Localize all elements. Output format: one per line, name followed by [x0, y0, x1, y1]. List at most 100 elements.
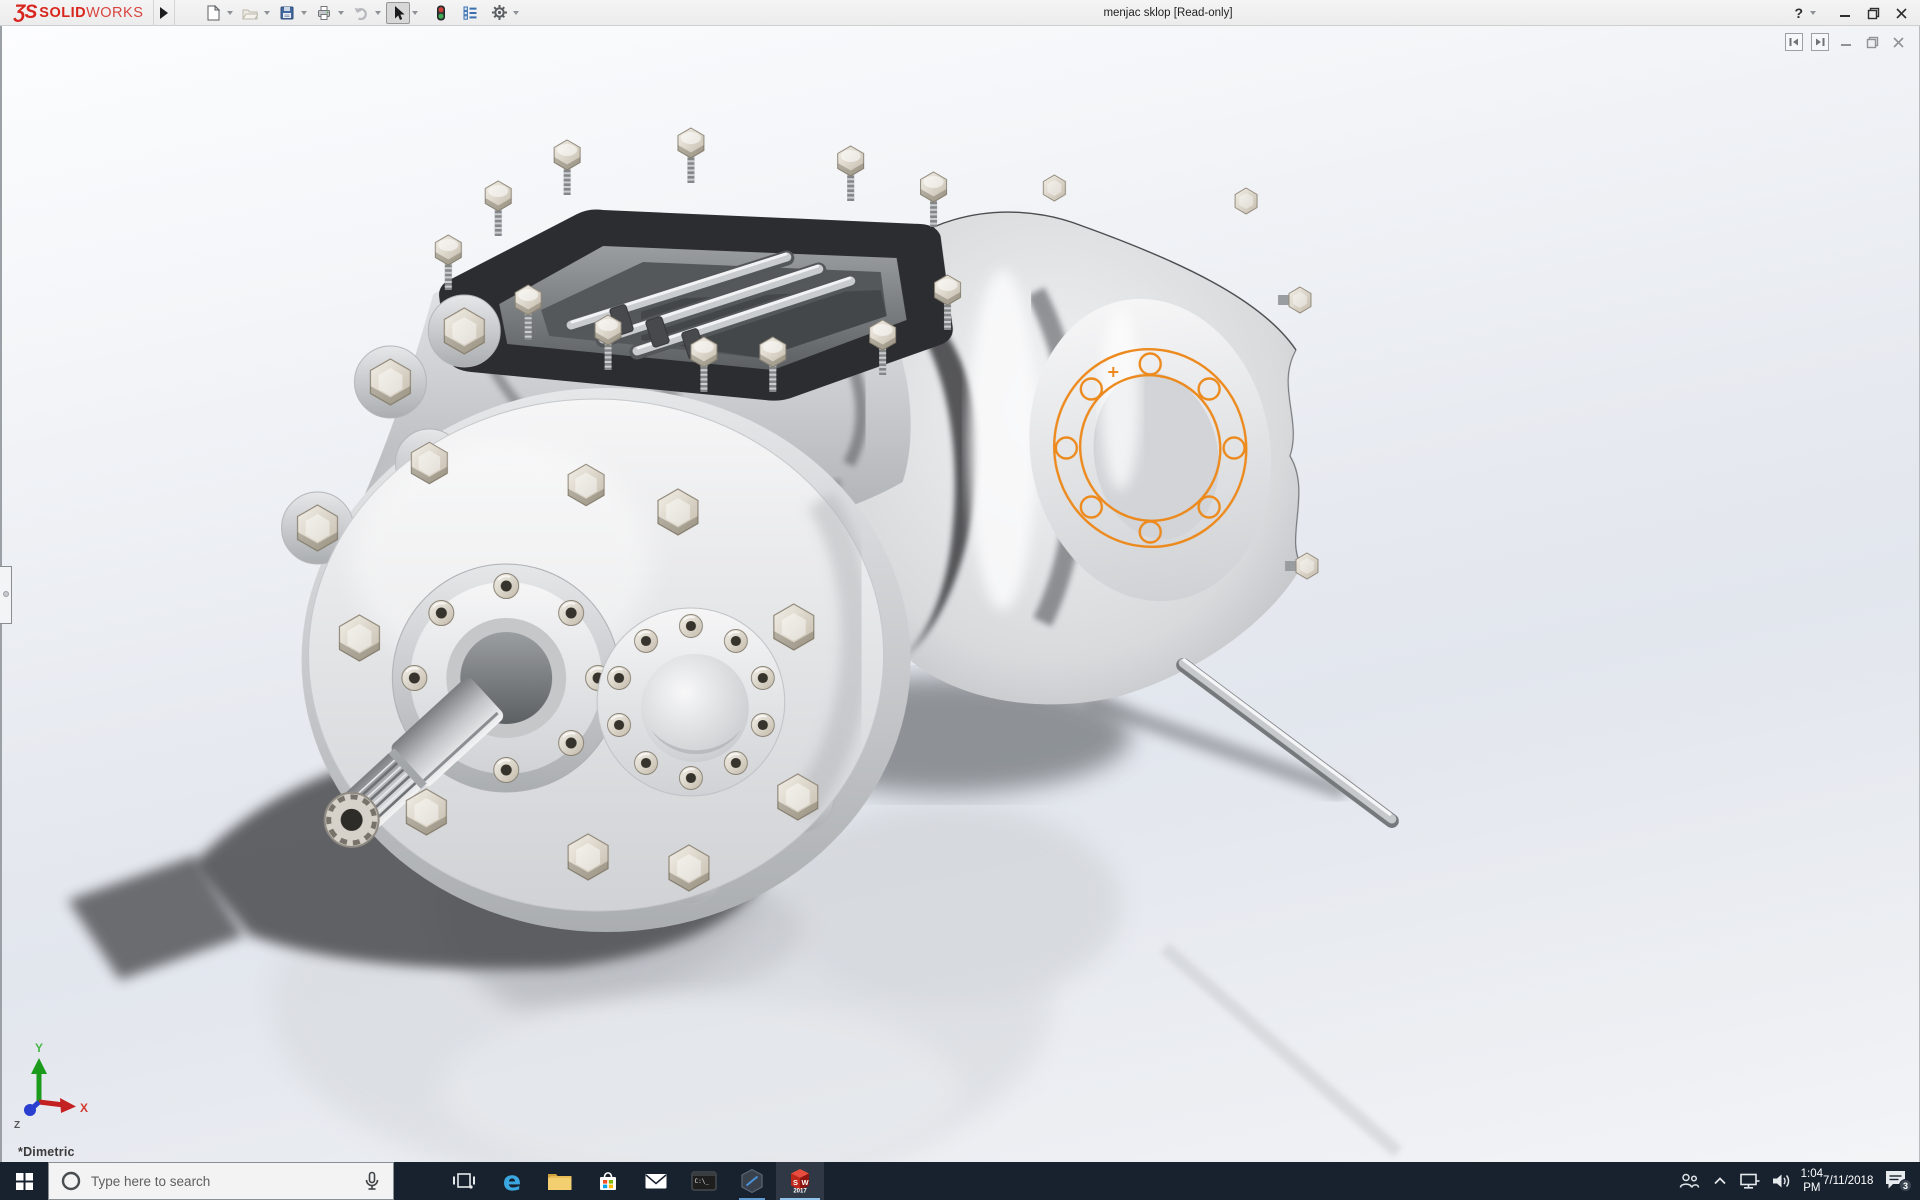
select-cursor-icon [390, 5, 406, 21]
new-dropdown-caret[interactable] [227, 11, 233, 15]
print-button[interactable] [312, 2, 336, 24]
taskbar-icon-edge[interactable]: e [488, 1162, 536, 1200]
solidworks-app-window: ƷS SOLIDWORKS [0, 0, 1920, 1200]
taskbar-icon-mail[interactable] [632, 1162, 680, 1200]
taskbar-icon-solidworks-2017[interactable]: S W 2017 [776, 1162, 824, 1200]
edge-icon: e [503, 1168, 521, 1195]
taskbar-icon-store[interactable] [584, 1162, 632, 1200]
collapse-right-pane-button[interactable] [1811, 33, 1829, 51]
task-view-icon [452, 1170, 476, 1192]
minimize-button[interactable] [1832, 2, 1858, 24]
select-tool-button[interactable] [386, 2, 410, 24]
new-document-icon [205, 5, 221, 21]
sw-letter-s: S [793, 1178, 798, 1187]
help-dropdown-caret[interactable] [1810, 11, 1816, 15]
close-icon [1895, 7, 1908, 20]
notification-badge: 3 [1903, 1181, 1908, 1191]
sw-year: 2017 [793, 1189, 807, 1195]
reference-triad: Y X Z [2, 1034, 112, 1134]
solidworks-logo-glyph: ƷS [14, 2, 36, 24]
undo-dropdown-caret[interactable] [375, 11, 381, 15]
hexagon-app-icon [739, 1168, 765, 1194]
tray-network-button[interactable] [1734, 1162, 1766, 1200]
collapse-right-pane-icon [1814, 36, 1826, 48]
search-input[interactable] [91, 1174, 357, 1189]
feature-panel-tab[interactable] [0, 566, 12, 624]
doc-restore-icon [1866, 36, 1879, 49]
tray-overflow-button[interactable] [1706, 1162, 1734, 1200]
sw-letter-w: W [802, 1178, 810, 1187]
doc-minimize-icon [1840, 36, 1852, 48]
windows-taskbar: e [0, 1162, 1920, 1200]
panel-tab-dot-icon [3, 591, 9, 597]
microphone-icon[interactable] [363, 1171, 381, 1191]
graphics-viewport[interactable]: Y X Z *Dimetric [0, 26, 1920, 1162]
save-button[interactable] [275, 2, 299, 24]
system-tray: 1:04 PM 7/11/2018 3 [1672, 1162, 1920, 1200]
title-bar: ƷS SOLIDWORKS [0, 0, 1920, 26]
doc-close-icon [1892, 36, 1905, 49]
network-icon [1739, 1171, 1761, 1191]
start-button[interactable] [0, 1162, 48, 1200]
collapse-left-pane-button[interactable] [1785, 33, 1803, 51]
solidworks-logo: ƷS SOLIDWORKS [0, 0, 153, 26]
options-dropdown-caret[interactable] [513, 11, 519, 15]
secondary-boss [597, 608, 785, 796]
taskbar-icon-hexagon-app[interactable] [728, 1162, 776, 1200]
collapse-left-pane-icon [1788, 36, 1800, 48]
solidworks-logo-works: WORKS [86, 5, 143, 21]
windows-logo-icon [16, 1173, 33, 1190]
close-button[interactable] [1888, 2, 1914, 24]
flyout-arrow-icon [160, 7, 168, 19]
tray-clock[interactable]: 1:04 PM 7/11/2018 [1804, 1162, 1870, 1200]
select-dropdown-caret[interactable] [412, 11, 418, 15]
gearbox-model[interactable] [2, 26, 1919, 1162]
mail-icon [644, 1171, 668, 1191]
open-dropdown-caret[interactable] [264, 11, 270, 15]
help-button[interactable]: ? [1790, 5, 1807, 21]
undo-button[interactable] [349, 2, 373, 24]
doc-restore-button[interactable] [1863, 33, 1881, 51]
save-dropdown-caret[interactable] [301, 11, 307, 15]
doc-close-button[interactable] [1889, 33, 1907, 51]
rebuild-button[interactable] [429, 2, 453, 24]
properties-button[interactable] [458, 2, 482, 24]
open-folder-icon [242, 5, 258, 21]
tray-time: 1:04 PM [1801, 1167, 1823, 1195]
restore-button[interactable] [1860, 2, 1886, 24]
view-orientation-label: *Dimetric [18, 1145, 75, 1159]
rebuild-stoplight-icon [433, 5, 449, 21]
action-center-icon: 3 [1883, 1168, 1913, 1194]
taskbar-icon-file-explorer[interactable] [536, 1162, 584, 1200]
print-dropdown-caret[interactable] [338, 11, 344, 15]
volume-icon [1771, 1171, 1793, 1191]
people-icon [1677, 1170, 1701, 1192]
cortana-circle-icon [61, 1171, 81, 1191]
taskbar-search[interactable] [48, 1162, 394, 1200]
taskbar-icon-command-prompt[interactable]: C:\_ [680, 1162, 728, 1200]
top-cover-opening [435, 128, 960, 401]
command-prompt-icon: C:\_ [691, 1170, 717, 1192]
open-button[interactable] [238, 2, 262, 24]
action-center-button[interactable]: 3 [1876, 1162, 1920, 1200]
properties-list-icon [462, 5, 478, 21]
document-window-controls [1785, 33, 1907, 51]
solidworks-2017-icon: S W 2017 [787, 1168, 813, 1194]
doc-minimize-button[interactable] [1837, 33, 1855, 51]
options-gear-icon [491, 4, 508, 21]
store-icon [596, 1169, 620, 1193]
restore-icon [1867, 7, 1880, 20]
taskbar-icon-task-view[interactable] [440, 1162, 488, 1200]
cmd-prompt-text: C:\_ [695, 1178, 710, 1185]
menu-flyout-button[interactable] [153, 0, 175, 26]
options-button[interactable] [487, 2, 511, 24]
file-explorer-icon [547, 1170, 573, 1192]
tray-people-button[interactable] [1672, 1162, 1706, 1200]
tray-date: 7/11/2018 [1823, 1174, 1873, 1188]
triad-z-label: Z [14, 1120, 20, 1131]
triad-y-label: Y [35, 1041, 43, 1055]
new-document-button[interactable] [201, 2, 225, 24]
print-icon [316, 5, 332, 21]
triad-x-label: X [80, 1101, 88, 1115]
tray-volume-button[interactable] [1766, 1162, 1798, 1200]
